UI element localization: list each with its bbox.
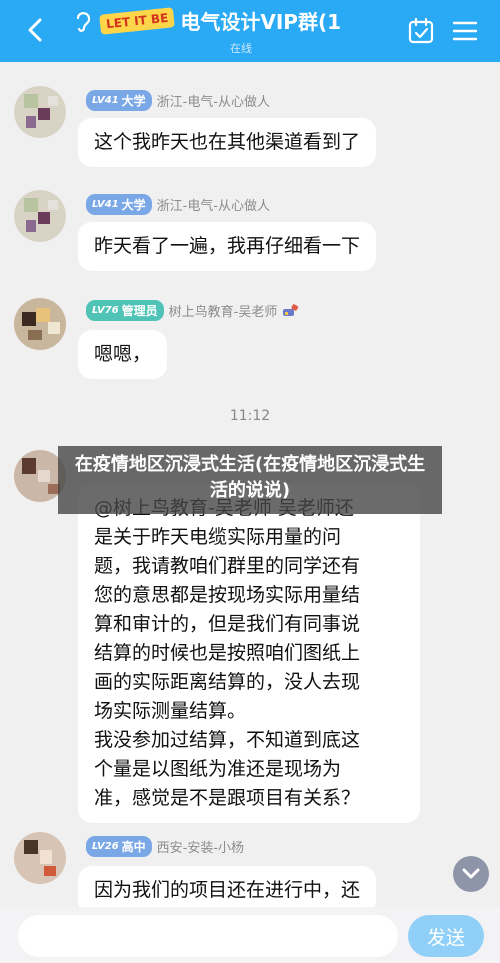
message-bubble[interactable]: 因为我们的项目还在进行中，还 xyxy=(78,866,377,907)
chat-header: LET IT BE 电气设计VIP群(1 在线 xyxy=(0,0,500,62)
level-badge: LV41 大学 xyxy=(86,90,152,111)
avatar[interactable] xyxy=(14,86,66,138)
paint-brush-icon xyxy=(283,303,299,316)
message-line: 您的意思都是按现场实际用量结 xyxy=(94,584,361,606)
message-line: 个量是以图纸为准还是现场为 xyxy=(94,758,342,780)
scroll-down-button[interactable] xyxy=(453,856,489,892)
message-line: 准，感觉是不是跟项目有关系？ xyxy=(94,787,361,809)
group-subtitle: 在线 xyxy=(230,42,252,55)
sender-name: 浙江-电气-从心做人 xyxy=(156,95,271,110)
message-line: 题，我请教咱们群里的同学还有 xyxy=(94,555,361,577)
avatar[interactable] xyxy=(14,298,66,350)
group-title[interactable]: LET IT BE 电气设计VIP群(1 xyxy=(72,6,341,35)
watermark-banner: 在疫情地区沉浸式生活(在疫情地区沉浸式生活的说说) xyxy=(58,446,442,514)
message-input[interactable] xyxy=(18,915,398,957)
input-bar: 发送 xyxy=(0,907,500,963)
level-badge: LV41 大学 xyxy=(86,194,152,215)
level-badge: LV76 管理员 xyxy=(86,300,164,321)
avatar[interactable] xyxy=(14,832,66,884)
message-line: 结算的时候也是按照咱们图纸上 xyxy=(94,642,361,664)
level-badge: LV26 高中 xyxy=(86,836,152,857)
sender-name: 浙江-电气-从心做人 xyxy=(156,199,271,214)
message-bubble[interactable]: @树上鸟教育-吴老师 吴老师还 是关于昨天电缆实际用量的问 题，我请教咱们群里的… xyxy=(78,484,420,823)
back-arrow-icon[interactable] xyxy=(22,16,50,44)
group-title-text: 电气设计VIP群(1 xyxy=(180,10,342,34)
menu-icon[interactable] xyxy=(452,20,478,42)
message-line: 画的实际距离结算的，没人去现 xyxy=(94,671,361,693)
chevron-down-icon xyxy=(462,868,480,879)
timestamp: 11:12 xyxy=(229,408,271,424)
sender-name: 树上鸟教育-吴老师 xyxy=(168,305,278,320)
calendar-check-icon[interactable] xyxy=(408,18,434,44)
sender-name: 西安-安装-小杨 xyxy=(156,841,245,856)
title-badge: LET IT BE xyxy=(99,6,176,35)
message-line: 我没参加过结算，不知道到底这 xyxy=(94,729,361,751)
ear-icon xyxy=(76,11,91,32)
message-line: 场实际测量结算。 xyxy=(94,700,247,722)
avatar[interactable] xyxy=(14,190,66,242)
message-bubble[interactable]: 嗯嗯， xyxy=(78,330,168,379)
message-line: 是关于昨天电缆实际用量的问 xyxy=(94,526,342,548)
send-button[interactable]: 发送 xyxy=(408,915,484,957)
message-bubble[interactable]: 这个我昨天也在其他渠道看到了 xyxy=(78,118,377,167)
message-line: 算和审计的，但是我们有同事说 xyxy=(94,613,361,635)
message-bubble[interactable]: 昨天看了一遍，我再仔细看一下 xyxy=(78,222,377,271)
